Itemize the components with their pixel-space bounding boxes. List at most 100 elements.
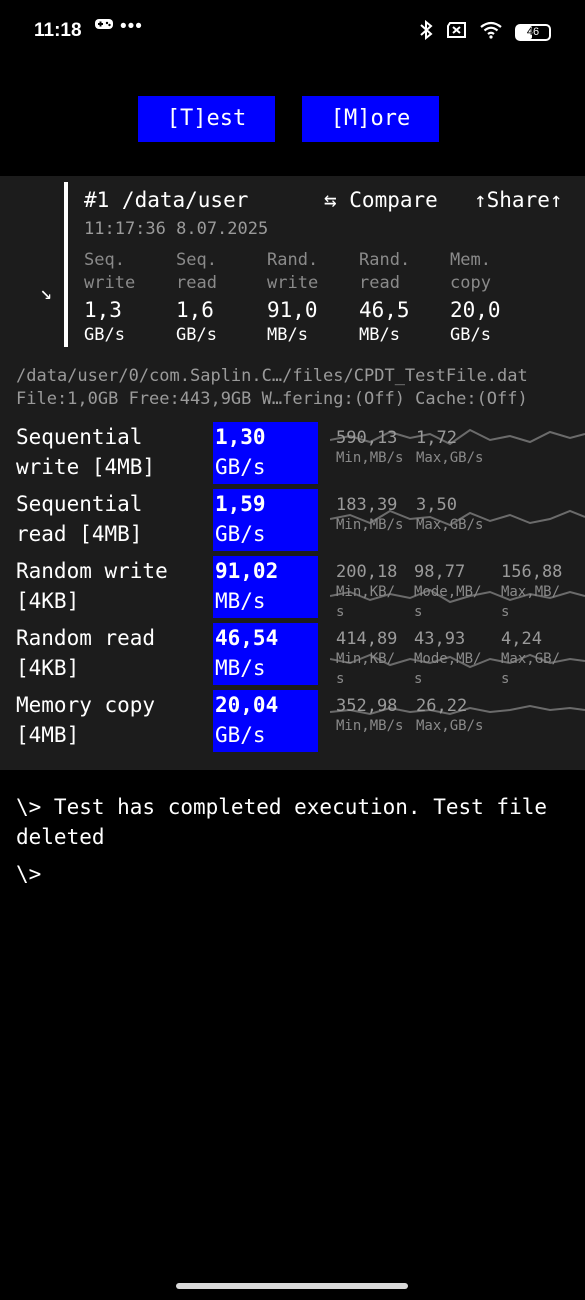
stat-value: 414,89 <box>336 629 398 649</box>
stat-value: 352,98 <box>336 696 398 716</box>
test-button[interactable]: [T]est <box>138 96 275 142</box>
result-value-box: 20,04 GB/s <box>213 690 318 752</box>
stat-min: 414,89 Min,KB/ s <box>336 629 397 689</box>
summary-unit: GB/s <box>450 325 491 345</box>
result-unit: GB/s <box>215 522 266 546</box>
summary-unit: GB/s <box>84 325 125 345</box>
stat-label: Max,MB/ s <box>501 584 561 620</box>
summary-value: 46,5 <box>359 298 410 322</box>
summary-value: 91,0 <box>267 298 318 322</box>
stat-value: 590,13 <box>336 428 398 448</box>
summary-mem-copy: Mem. copy 20,0 GB/s <box>450 249 540 346</box>
history-marker <box>64 182 68 347</box>
result-row-rand-read: Random read [4KB] 46,54 MB/s 414,89 Min,… <box>0 623 585 687</box>
wifi-icon <box>479 21 503 43</box>
test-name: Memory copy [4MB] <box>16 693 156 747</box>
summary-value: 20,0 <box>450 298 501 322</box>
status-time: 11:18 <box>34 20 82 41</box>
summary-label: copy <box>450 273 491 293</box>
summary-value: 1,6 <box>176 298 214 322</box>
stat-mode: 43,93 Mode,MB/ s <box>414 629 481 689</box>
battery-level: 46 <box>526 25 540 38</box>
stat-max: 26,22 Max,GB/s <box>416 696 483 736</box>
result-value: 20,04 <box>215 693 279 717</box>
result-row-seq-read: Sequential read [4MB] 1,59 GB/s 183,39 M… <box>0 489 585 551</box>
bluetooth-icon <box>419 19 433 44</box>
summary-rand-read: Rand. read 46,5 MB/s <box>359 249 449 346</box>
stat-max: 1,72 Max,GB/s <box>416 428 483 468</box>
share-button[interactable]: ↑Share↑ <box>474 188 563 212</box>
stat-label: Max,GB/ s <box>501 651 561 687</box>
stat-value: 43,93 <box>414 629 466 649</box>
result-row-mem-copy: Memory copy [4MB] 20,04 GB/s 352,98 Min,… <box>0 690 585 752</box>
status-icons: 46 <box>419 19 551 44</box>
summary-label: Rand. <box>359 250 411 270</box>
no-sim-icon <box>445 21 467 43</box>
summary-label: read <box>176 273 217 293</box>
summary-label: Rand. <box>267 250 319 270</box>
stat-label: Min,MB/s <box>336 450 404 466</box>
summary-label: Seq. <box>176 250 217 270</box>
stat-value: 1,72 <box>416 428 457 448</box>
stat-min: 590,13 Min,MB/s <box>336 428 403 468</box>
more-button[interactable]: [M]ore <box>302 96 439 142</box>
summary-label: read <box>359 273 400 293</box>
console-message: \> Test has completed execution. Test fi… <box>16 795 548 849</box>
result-value: 1,59 <box>215 492 266 516</box>
result-row-seq-write: Sequential write [4MB] 1,30 GB/s 590,13 … <box>0 422 585 484</box>
result-unit: MB/s <box>215 589 266 613</box>
result-value-box: 1,59 GB/s <box>213 489 318 551</box>
file-details: File:1,0GB Free:443,9GB W…fering:(Off) C… <box>16 389 528 409</box>
console-prompt[interactable]: \> <box>16 862 41 886</box>
result-value: 91,02 <box>215 559 279 583</box>
stat-min: 352,98 Min,MB/s <box>336 696 403 736</box>
stat-max: 3,50 Max,GB/s <box>416 495 483 535</box>
expand-arrow-icon[interactable]: ↘ <box>40 280 52 304</box>
result-value: 46,54 <box>215 626 279 650</box>
stat-label: Min,MB/s <box>336 517 404 533</box>
stat-label: Mode,MB/ s <box>414 584 482 620</box>
stat-value: 156,88 <box>501 562 563 582</box>
file-path: /data/user/0/com.Saplin.C…/files/CPDT_Te… <box>16 366 528 386</box>
stat-value: 200,18 <box>336 562 398 582</box>
result-unit: GB/s <box>215 723 266 747</box>
stat-label: Max,GB/s <box>416 718 484 734</box>
summary-seq-read: Seq. read 1,6 GB/s <box>176 249 266 346</box>
test-name: Random read [4KB] <box>16 626 156 680</box>
result-value: 1,30 <box>215 425 266 449</box>
summary-label: write <box>267 273 319 293</box>
status-bar-game-icon <box>94 16 114 38</box>
stat-min: 200,18 Min,KB/ s <box>336 562 397 622</box>
compare-button[interactable]: ⇆ Compare <box>324 188 438 212</box>
result-unit: MB/s <box>215 656 266 680</box>
test-name: Random write [4KB] <box>16 559 168 613</box>
stat-mode: 98,77 Mode,MB/ s <box>414 562 481 622</box>
battery-icon: 46 <box>515 23 551 41</box>
summary-seq-write: Seq. write 1,3 GB/s <box>84 249 174 346</box>
stat-value: 98,77 <box>414 562 466 582</box>
summary-unit: MB/s <box>267 325 308 345</box>
stat-label: Min,MB/s <box>336 718 404 734</box>
results-panel: ↘ #1 /data/user ⇆ Compare ↑Share↑ 11:17:… <box>0 176 585 770</box>
summary-label: write <box>84 273 136 293</box>
run-timestamp: 11:17:36 8.07.2025 <box>84 219 269 239</box>
stat-max: 4,24 Max,GB/ s <box>501 629 560 689</box>
summary-unit: GB/s <box>176 325 217 345</box>
home-indicator[interactable] <box>176 1283 408 1289</box>
stat-max: 156,88 Max,MB/ s <box>501 562 562 622</box>
run-title[interactable]: #1 /data/user <box>84 188 248 212</box>
stat-label: Max,GB/s <box>416 450 484 466</box>
summary-rand-write: Rand. write 91,0 MB/s <box>267 249 357 346</box>
stat-label: Max,GB/s <box>416 517 484 533</box>
summary-value: 1,3 <box>84 298 122 322</box>
stat-value: 4,24 <box>501 629 542 649</box>
stat-value: 26,22 <box>416 696 468 716</box>
status-bar: 11:18 ••• 46 <box>0 0 585 66</box>
result-value-box: 91,02 MB/s <box>213 556 318 618</box>
result-row-rand-write: Random write [4KB] 91,02 MB/s 200,18 Min… <box>0 556 585 620</box>
stat-min: 183,39 Min,MB/s <box>336 495 403 535</box>
summary-unit: MB/s <box>359 325 400 345</box>
stat-label: Min,KB/ s <box>336 584 396 620</box>
summary-label: Seq. <box>84 250 125 270</box>
test-name: Sequential write [4MB] <box>16 425 156 479</box>
